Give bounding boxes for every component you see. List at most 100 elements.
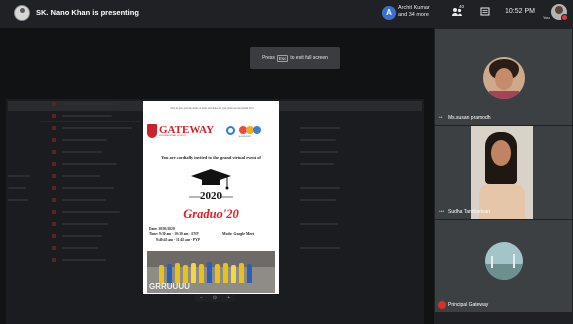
event-mode: Mode: Google Meet <box>222 232 255 236</box>
participant-video <box>485 242 523 280</box>
banner-letters: GRRUUUU <box>149 282 190 291</box>
dimmed-text <box>300 187 340 189</box>
dimmed-text <box>300 199 336 201</box>
dimmed-text <box>62 259 106 261</box>
student-figure <box>183 265 188 283</box>
dimmed-text <box>300 127 340 129</box>
shared-screen: Press Esc to exit full screen May he giv… <box>0 28 434 324</box>
student-figure <box>191 263 196 283</box>
invite-text: You are cordially invited to the grand v… <box>161 155 261 160</box>
audio-level-icon: ••• <box>439 209 445 215</box>
event-details: Date: 30/05/2020 Time: 9:30 am - 10:30 a… <box>149 227 200 243</box>
student-figure <box>199 264 204 283</box>
recording-indicator-icon <box>561 14 568 21</box>
year-label: 2020 <box>200 190 223 202</box>
top-bar: SK. Nano Khan is presenting A Archit Kum… <box>0 0 573 28</box>
self-label: You <box>543 15 550 20</box>
dimmed-text <box>62 211 120 213</box>
toast-prefix: Press <box>262 55 275 61</box>
participants-first-name: Archit Kumar <box>398 5 430 11</box>
dimmed-text <box>62 115 112 117</box>
ib-logo-icon <box>226 126 235 135</box>
student-figure <box>167 264 172 283</box>
dimmed-file-icon <box>52 150 56 154</box>
dimmed-file-icon <box>52 234 56 238</box>
student-figure <box>239 263 244 283</box>
minus-icon[interactable]: − <box>200 295 203 301</box>
student-figure <box>175 263 180 283</box>
event-title: Graduo'20 <box>183 207 239 221</box>
invitation-flyer: May he give you the desire of heart and … <box>143 101 279 294</box>
dimmed-file-icon <box>52 198 56 202</box>
dimmed-text <box>62 103 117 105</box>
dimmed-text <box>8 175 30 177</box>
event-slot-1: Time: 9:30 am - 10:30 am - EYP <box>149 232 199 237</box>
dimmed-text <box>62 235 102 237</box>
dimmed-file-icon <box>52 138 56 142</box>
dimmed-text <box>300 223 338 225</box>
participant-tile[interactable]: ••• Sudha Tamilselvan <box>435 126 572 219</box>
participant-video <box>483 57 525 99</box>
dimmed-file-icon <box>52 114 56 118</box>
dimmed-text <box>62 139 107 141</box>
dimmed-text <box>62 199 106 201</box>
dimmed-file-icon <box>52 246 56 250</box>
flyer-tagline: May he give you the desire of heart and … <box>170 107 254 110</box>
zoom-icon[interactable]: ⊙ <box>213 295 217 301</box>
fullscreen-toast: Press Esc to exit full screen <box>250 47 340 69</box>
dimmed-file-icon <box>52 186 56 190</box>
event-slot-2: 9:40:45 am - 11:45 am - PYP <box>156 237 200 242</box>
student-figure <box>159 265 164 283</box>
participant-video <box>471 126 533 219</box>
participant-avatar[interactable]: A <box>382 6 396 20</box>
gateway-school-logo: GATEWAY INTERNATIONAL SCHOOL <box>147 124 214 140</box>
partner-logo-caption: ACHIEVERS <box>239 136 251 138</box>
slide-controls[interactable]: − ⊙ + <box>195 294 235 302</box>
participant-tile[interactable]: •• Ms.susan pramodh <box>435 29 572 125</box>
dimmed-file-icon <box>52 210 56 214</box>
student-figure <box>247 264 252 283</box>
presenter-avatar <box>14 5 30 21</box>
dimmed-text <box>62 223 108 225</box>
student-figure <box>223 263 228 283</box>
participant-name: Sudha Tamilselvan <box>448 209 490 215</box>
toast-suffix: to exit full screen <box>290 55 328 61</box>
participant-tile[interactable]: Principal Gateway <box>435 220 572 312</box>
student-figure <box>231 265 236 283</box>
chat-icon[interactable] <box>479 6 491 18</box>
student-figure <box>215 264 220 283</box>
dimmed-text <box>62 163 117 165</box>
participants-more: and 34 more <box>398 12 429 18</box>
dimmed-text <box>300 151 338 153</box>
dimmed-text <box>62 175 100 177</box>
dimmed-text <box>300 139 336 141</box>
school-subtitle: INTERNATIONAL SCHOOL <box>159 135 187 137</box>
audio-level-icon: •• <box>439 115 443 121</box>
shield-icon <box>147 124 157 138</box>
dimmed-text <box>300 247 340 249</box>
people-count-badge: 40 <box>459 4 465 9</box>
dimmed-text <box>8 199 28 201</box>
dimmed-file-icon <box>52 258 56 262</box>
dimmed-row <box>40 121 140 122</box>
dimmed-text <box>62 151 102 153</box>
dimmed-file-icon <box>52 102 56 106</box>
clock-time: 10:52 PM <box>505 8 535 15</box>
dimmed-text <box>300 163 334 165</box>
graduation-cap-icon: 2020 <box>189 169 233 202</box>
participants-summary[interactable]: Archit Kumar and 34 more <box>398 5 430 19</box>
student-figure <box>207 262 212 283</box>
presenting-label: SK. Nano Khan is presenting <box>36 8 139 17</box>
dimmed-text <box>8 187 26 189</box>
dimmed-file-icon <box>52 162 56 166</box>
esc-key: Esc <box>276 54 289 62</box>
dimmed-file-icon <box>52 174 56 178</box>
dimmed-file-icon <box>52 222 56 226</box>
dimmed-text <box>62 187 114 189</box>
participant-name: Principal Gateway <box>448 302 489 308</box>
muted-mic-icon <box>438 301 446 309</box>
dimmed-text <box>62 247 98 249</box>
students-photo: GRRUUUU <box>147 251 275 293</box>
plus-icon[interactable]: + <box>227 295 230 301</box>
participant-name: Ms.susan pramodh <box>448 115 491 121</box>
